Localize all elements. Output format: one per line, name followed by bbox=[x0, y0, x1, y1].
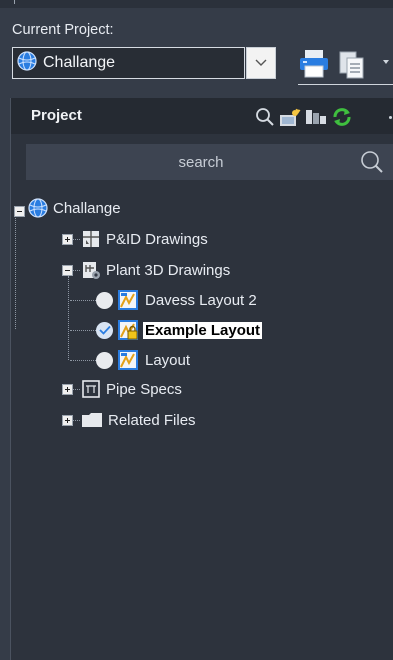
grip-mark bbox=[14, 0, 15, 4]
tree-connector bbox=[72, 389, 80, 390]
project-manager-panel: Project search Challange P&ID Drawings P… bbox=[10, 98, 393, 660]
project-tree: Challange P&ID Drawings Plant 3D Drawing… bbox=[11, 98, 393, 660]
tree-connector bbox=[15, 207, 16, 329]
current-project-label: Current Project: bbox=[12, 22, 114, 38]
locked-drawing-icon bbox=[117, 319, 139, 341]
plant-3d-icon bbox=[81, 260, 101, 280]
tree-item-label: Layout bbox=[145, 351, 191, 369]
expand-toggle[interactable] bbox=[62, 234, 73, 245]
tree-connector bbox=[70, 360, 96, 361]
tree-item-drawing[interactable]: Layout bbox=[96, 349, 190, 371]
tree-item-label: Pipe Specs bbox=[106, 380, 182, 398]
tree-item-label: Related Files bbox=[108, 411, 196, 429]
copy-sheets-icon[interactable] bbox=[338, 50, 368, 85]
tree-connector bbox=[70, 300, 96, 301]
tree-connector bbox=[72, 239, 80, 240]
tree-connector bbox=[72, 420, 80, 421]
project-selector[interactable]: Challange bbox=[12, 47, 245, 79]
tree-connector bbox=[72, 270, 80, 271]
globe-icon bbox=[17, 50, 37, 76]
tree-item-label: Example Layout bbox=[143, 321, 263, 339]
tree-item-root[interactable]: Challange bbox=[28, 197, 121, 219]
expand-toggle[interactable] bbox=[62, 384, 73, 395]
tree-item-label: Davess Layout 2 bbox=[145, 291, 257, 309]
status-circle-icon bbox=[96, 291, 113, 309]
tree-connector bbox=[68, 276, 69, 360]
tree-item-drawing-selected[interactable]: Example Layout bbox=[96, 319, 263, 341]
print-icon[interactable] bbox=[298, 49, 330, 84]
toolbar-divider bbox=[298, 84, 393, 85]
status-circle-icon bbox=[96, 351, 113, 369]
expand-toggle[interactable] bbox=[62, 415, 73, 426]
collapse-toggle[interactable] bbox=[14, 206, 25, 217]
selected-project-value: Challange bbox=[43, 54, 116, 71]
tree-connector bbox=[70, 330, 96, 331]
window-top-strip bbox=[0, 0, 393, 8]
folder-icon bbox=[81, 410, 103, 430]
tree-item-pid-drawings[interactable]: P&ID Drawings bbox=[81, 228, 208, 250]
globe-icon bbox=[28, 198, 48, 218]
project-dropdown-button[interactable] bbox=[246, 47, 276, 79]
tree-item-label: Plant 3D Drawings bbox=[106, 261, 231, 279]
chevron-down-icon bbox=[255, 59, 267, 66]
collapse-toggle[interactable] bbox=[62, 265, 73, 276]
drawing-icon bbox=[117, 289, 139, 311]
tree-item-label: P&ID Drawings bbox=[106, 230, 208, 248]
pipe-spec-icon bbox=[81, 379, 101, 399]
pid-drawings-icon bbox=[81, 229, 101, 249]
tree-item-pipe-specs[interactable]: Pipe Specs bbox=[81, 378, 182, 400]
tree-item-drawing[interactable]: Davess Layout 2 bbox=[96, 289, 257, 311]
tree-item-plant-3d-drawings[interactable]: Plant 3D Drawings bbox=[81, 259, 230, 281]
copy-dropdown-arrow[interactable] bbox=[383, 60, 389, 64]
drawing-icon bbox=[117, 349, 139, 371]
tree-item-related-files[interactable]: Related Files bbox=[81, 409, 196, 431]
tree-item-label: Challange bbox=[53, 199, 121, 217]
checkmark-icon bbox=[96, 321, 113, 339]
